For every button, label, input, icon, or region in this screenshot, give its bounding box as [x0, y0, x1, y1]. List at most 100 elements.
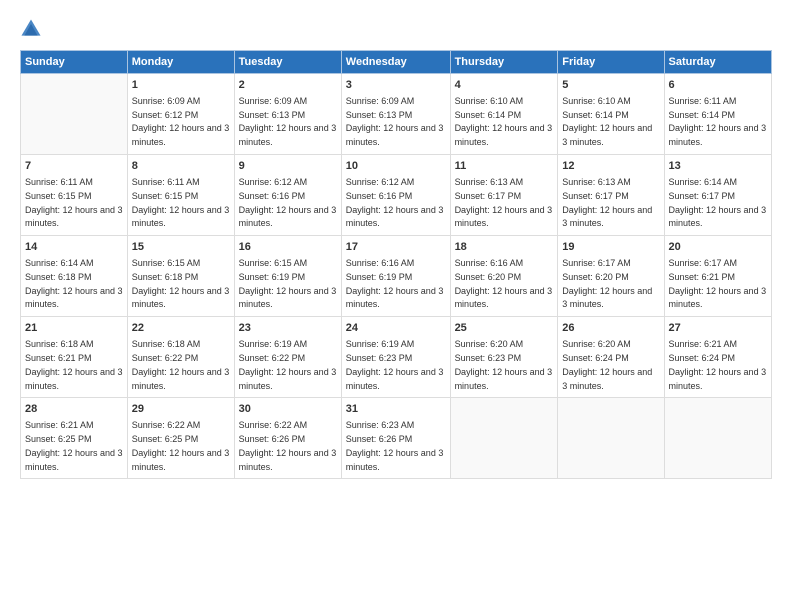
calendar-cell: 8Sunrise: 6:11 AMSunset: 6:15 PMDaylight… — [127, 155, 234, 236]
calendar-cell: 2 Sunrise: 6:09 AMSunset: 6:13 PMDaylight… — [234, 74, 341, 155]
calendar-cell: 3 Sunrise: 6:09 AMSunset: 6:13 PMDaylight… — [341, 74, 450, 155]
day-info: Sunrise: 6:22 AMSunset: 6:26 PMDaylight:… — [239, 420, 337, 471]
calendar-cell: 7Sunrise: 6:11 AMSunset: 6:15 PMDaylight… — [21, 155, 128, 236]
day-info: Sunrise: 6:22 AMSunset: 6:25 PMDaylight:… — [132, 420, 230, 471]
calendar-cell: 26Sunrise: 6:20 AMSunset: 6:24 PMDayligh… — [558, 317, 664, 398]
day-number: 27 — [669, 321, 767, 336]
day-info: Sunrise: 6:19 AMSunset: 6:23 PMDaylight:… — [346, 339, 444, 390]
logo-icon — [20, 18, 42, 40]
day-info: Sunrise: 6:09 AMSunset: 6:13 PMDaylight:… — [346, 96, 444, 147]
day-number: 5 — [562, 78, 659, 93]
calendar-week-1: 7Sunrise: 6:11 AMSunset: 6:15 PMDaylight… — [21, 155, 772, 236]
day-info: Sunrise: 6:21 AMSunset: 6:25 PMDaylight:… — [25, 420, 123, 471]
day-number: 20 — [669, 240, 767, 255]
calendar-cell: 28 Sunrise: 6:21 AMSunset: 6:25 PMDayligh… — [21, 398, 128, 479]
day-info: Sunrise: 6:15 AMSunset: 6:18 PMDaylight:… — [132, 258, 230, 309]
day-number: 6 — [669, 78, 767, 93]
calendar-cell: 4 Sunrise: 6:10 AMSunset: 6:14 PMDaylight… — [450, 74, 558, 155]
calendar-week-2: 14 Sunrise: 6:14 AMSunset: 6:18 PMDayligh… — [21, 236, 772, 317]
day-info: Sunrise: 6:17 AMSunset: 6:20 PMDaylight:… — [562, 258, 652, 309]
calendar-cell — [21, 74, 128, 155]
day-info: Sunrise: 6:20 AMSunset: 6:23 PMDaylight:… — [455, 339, 553, 390]
day-info: Sunrise: 6:12 AMSunset: 6:16 PMDaylight:… — [346, 177, 444, 228]
calendar-week-4: 28 Sunrise: 6:21 AMSunset: 6:25 PMDayligh… — [21, 398, 772, 479]
day-number: 28 — [25, 402, 123, 417]
day-number: 4 — [455, 78, 554, 93]
calendar-cell: 27 Sunrise: 6:21 AMSunset: 6:24 PMDayligh… — [664, 317, 771, 398]
day-number: 23 — [239, 321, 337, 336]
day-number: 26 — [562, 321, 659, 336]
calendar-cell: 31Sunrise: 6:23 AMSunset: 6:26 PMDayligh… — [341, 398, 450, 479]
calendar-cell: 25Sunrise: 6:20 AMSunset: 6:23 PMDayligh… — [450, 317, 558, 398]
day-number: 11 — [455, 159, 554, 174]
day-number: 17 — [346, 240, 446, 255]
day-number: 16 — [239, 240, 337, 255]
day-number: 10 — [346, 159, 446, 174]
calendar-cell: 18Sunrise: 6:16 AMSunset: 6:20 PMDayligh… — [450, 236, 558, 317]
day-info: Sunrise: 6:21 AMSunset: 6:24 PMDaylight:… — [669, 339, 767, 390]
calendar-cell: 15Sunrise: 6:15 AMSunset: 6:18 PMDayligh… — [127, 236, 234, 317]
calendar-cell: 23 Sunrise: 6:19 AMSunset: 6:22 PMDayligh… — [234, 317, 341, 398]
col-header-wednesday: Wednesday — [341, 51, 450, 74]
calendar-cell: 14 Sunrise: 6:14 AMSunset: 6:18 PMDayligh… — [21, 236, 128, 317]
day-number: 1 — [132, 78, 230, 93]
day-info: Sunrise: 6:16 AMSunset: 6:19 PMDaylight:… — [346, 258, 444, 309]
calendar-cell: 10 Sunrise: 6:12 AMSunset: 6:16 PMDayligh… — [341, 155, 450, 236]
col-header-friday: Friday — [558, 51, 664, 74]
day-info: Sunrise: 6:11 AMSunset: 6:14 PMDaylight:… — [669, 96, 767, 147]
page: SundayMondayTuesdayWednesdayThursdayFrid… — [0, 0, 792, 612]
day-info: Sunrise: 6:11 AMSunset: 6:15 PMDaylight:… — [25, 177, 123, 228]
calendar-cell: 5 Sunrise: 6:10 AMSunset: 6:14 PMDaylight… — [558, 74, 664, 155]
day-info: Sunrise: 6:13 AMSunset: 6:17 PMDaylight:… — [562, 177, 652, 228]
header — [20, 18, 772, 40]
day-info: Sunrise: 6:18 AMSunset: 6:21 PMDaylight:… — [25, 339, 123, 390]
day-number: 18 — [455, 240, 554, 255]
calendar-cell — [558, 398, 664, 479]
calendar-cell — [664, 398, 771, 479]
day-number: 13 — [669, 159, 767, 174]
day-info: Sunrise: 6:14 AMSunset: 6:17 PMDaylight:… — [669, 177, 767, 228]
calendar-cell: 1 Sunrise: 6:09 AMSunset: 6:12 PMDaylight… — [127, 74, 234, 155]
day-info: Sunrise: 6:10 AMSunset: 6:14 PMDaylight:… — [562, 96, 652, 147]
day-info: Sunrise: 6:12 AMSunset: 6:16 PMDaylight:… — [239, 177, 337, 228]
day-info: Sunrise: 6:10 AMSunset: 6:14 PMDaylight:… — [455, 96, 553, 147]
day-number: 9 — [239, 159, 337, 174]
day-number: 14 — [25, 240, 123, 255]
calendar-cell: 16 Sunrise: 6:15 AMSunset: 6:19 PMDayligh… — [234, 236, 341, 317]
day-info: Sunrise: 6:14 AMSunset: 6:18 PMDaylight:… — [25, 258, 123, 309]
day-info: Sunrise: 6:15 AMSunset: 6:19 PMDaylight:… — [239, 258, 337, 309]
calendar-cell: 24 Sunrise: 6:19 AMSunset: 6:23 PMDayligh… — [341, 317, 450, 398]
day-info: Sunrise: 6:18 AMSunset: 6:22 PMDaylight:… — [132, 339, 230, 390]
day-number: 3 — [346, 78, 446, 93]
day-info: Sunrise: 6:13 AMSunset: 6:17 PMDaylight:… — [455, 177, 553, 228]
calendar-header-row: SundayMondayTuesdayWednesdayThursdayFrid… — [21, 51, 772, 74]
day-number: 30 — [239, 402, 337, 417]
calendar-cell: 13 Sunrise: 6:14 AMSunset: 6:17 PMDayligh… — [664, 155, 771, 236]
col-header-sunday: Sunday — [21, 51, 128, 74]
calendar-cell: 20 Sunrise: 6:17 AMSunset: 6:21 PMDayligh… — [664, 236, 771, 317]
day-info: Sunrise: 6:19 AMSunset: 6:22 PMDaylight:… — [239, 339, 337, 390]
day-number: 29 — [132, 402, 230, 417]
day-info: Sunrise: 6:09 AMSunset: 6:12 PMDaylight:… — [132, 96, 230, 147]
calendar-cell: 30 Sunrise: 6:22 AMSunset: 6:26 PMDayligh… — [234, 398, 341, 479]
calendar-cell: 22 Sunrise: 6:18 AMSunset: 6:22 PMDayligh… — [127, 317, 234, 398]
calendar-table: SundayMondayTuesdayWednesdayThursdayFrid… — [20, 50, 772, 479]
day-info: Sunrise: 6:17 AMSunset: 6:21 PMDaylight:… — [669, 258, 767, 309]
day-number: 24 — [346, 321, 446, 336]
calendar-cell: 12Sunrise: 6:13 AMSunset: 6:17 PMDayligh… — [558, 155, 664, 236]
day-number: 22 — [132, 321, 230, 336]
calendar-cell: 21 Sunrise: 6:18 AMSunset: 6:21 PMDayligh… — [21, 317, 128, 398]
calendar-cell: 17 Sunrise: 6:16 AMSunset: 6:19 PMDayligh… — [341, 236, 450, 317]
calendar-cell: 11 Sunrise: 6:13 AMSunset: 6:17 PMDayligh… — [450, 155, 558, 236]
col-header-saturday: Saturday — [664, 51, 771, 74]
day-number: 2 — [239, 78, 337, 93]
day-number: 21 — [25, 321, 123, 336]
calendar-cell — [450, 398, 558, 479]
col-header-tuesday: Tuesday — [234, 51, 341, 74]
day-info: Sunrise: 6:11 AMSunset: 6:15 PMDaylight:… — [132, 177, 230, 228]
calendar-cell: 9 Sunrise: 6:12 AMSunset: 6:16 PMDaylight… — [234, 155, 341, 236]
calendar-week-3: 21 Sunrise: 6:18 AMSunset: 6:21 PMDayligh… — [21, 317, 772, 398]
day-info: Sunrise: 6:09 AMSunset: 6:13 PMDaylight:… — [239, 96, 337, 147]
day-number: 31 — [346, 402, 446, 417]
col-header-thursday: Thursday — [450, 51, 558, 74]
